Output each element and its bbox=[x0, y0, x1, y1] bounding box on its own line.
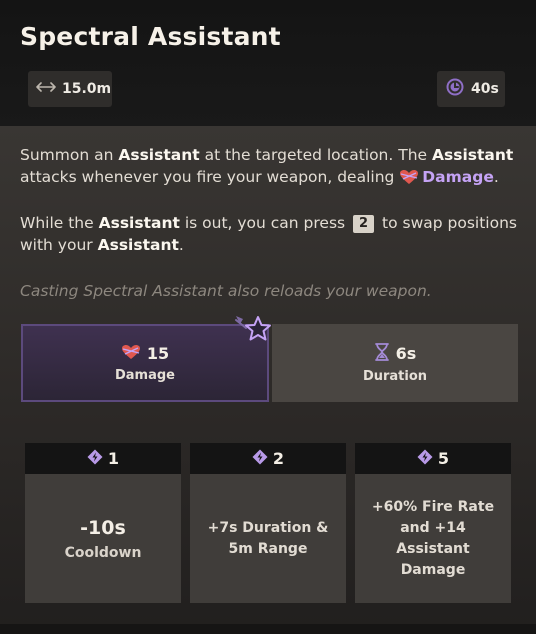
upgrade-effect: +60% Fire Rate and +14 Assistant Damage bbox=[355, 474, 511, 603]
upgrade-effect-text: +60% Fire Rate and +14 Assistant Damage bbox=[371, 498, 495, 578]
keyword-assistant: Assistant bbox=[98, 214, 180, 232]
upgrade-effect: +7s Duration & 5m Range bbox=[190, 474, 346, 603]
stat-duration: 6s Duration bbox=[272, 324, 518, 402]
upgrade-effect-label: Cooldown bbox=[64, 544, 142, 561]
upgrade-cost-header: 1 bbox=[25, 443, 181, 474]
upgrade-cost-header: 5 bbox=[355, 443, 511, 474]
cooldown-timer-icon bbox=[445, 77, 465, 101]
damage-keyword: Damage bbox=[399, 168, 494, 186]
upgrade-effect-text: +7s Duration & 5m Range bbox=[207, 519, 329, 557]
spirit-damage-icon bbox=[121, 344, 141, 364]
upgrade-cost: 1 bbox=[107, 449, 120, 468]
imbue-star-icon bbox=[234, 314, 272, 348]
keyword-assistant: Assistant bbox=[97, 236, 179, 254]
upgrade-cost-header: 2 bbox=[190, 443, 346, 474]
description-paragraph-2: While the Assistant is out, you can pres… bbox=[20, 214, 517, 254]
keyword-assistant: Assistant bbox=[432, 146, 514, 164]
upgrade-tier-1: 1 -10s Cooldown bbox=[25, 443, 181, 603]
description-note: Casting Spectral Assistant also reloads … bbox=[20, 282, 432, 300]
stat-damage: 15 Damage bbox=[21, 324, 269, 402]
upgrade-cost: 5 bbox=[437, 449, 450, 468]
ability-tooltip: Spectral Assistant 15.0m 40s Summon an A… bbox=[0, 0, 536, 634]
keyword-assistant: Assistant bbox=[118, 146, 200, 164]
upgrade-tier-3: 5 +60% Fire Rate and +14 Assistant Damag… bbox=[355, 443, 511, 603]
duration-value: 6s bbox=[395, 344, 417, 363]
upgrade-effect: -10s Cooldown bbox=[25, 474, 181, 603]
hourglass-icon bbox=[374, 342, 390, 365]
duration-label: Duration bbox=[362, 368, 428, 384]
upgrade-tier-2: 2 +7s Duration & 5m Range bbox=[190, 443, 346, 603]
ability-point-icon bbox=[417, 449, 433, 469]
damage-value: 15 bbox=[146, 344, 170, 363]
cooldown-chip: 40s bbox=[437, 71, 505, 107]
tooltip-bottom-edge bbox=[0, 624, 536, 634]
ability-point-icon bbox=[252, 449, 268, 469]
keybind-badge: 2 bbox=[353, 215, 375, 233]
range-chip: 15.0m bbox=[28, 71, 112, 107]
upgrade-effect-value: -10s bbox=[80, 516, 126, 539]
range-value: 15.0m bbox=[62, 81, 112, 97]
damage-label: Damage bbox=[114, 367, 175, 383]
spirit-damage-icon bbox=[399, 168, 422, 186]
ability-title: Spectral Assistant bbox=[20, 22, 281, 51]
cooldown-value: 40s bbox=[471, 81, 499, 97]
tooltip-header: Spectral Assistant 15.0m 40s bbox=[0, 0, 536, 126]
tooltip-body: Summon an Assistant at the targeted loca… bbox=[0, 126, 536, 634]
range-arrow-icon bbox=[36, 81, 56, 97]
description-paragraph-1: Summon an Assistant at the targeted loca… bbox=[20, 146, 514, 186]
ability-point-icon bbox=[87, 449, 103, 469]
upgrade-cost: 2 bbox=[272, 449, 285, 468]
